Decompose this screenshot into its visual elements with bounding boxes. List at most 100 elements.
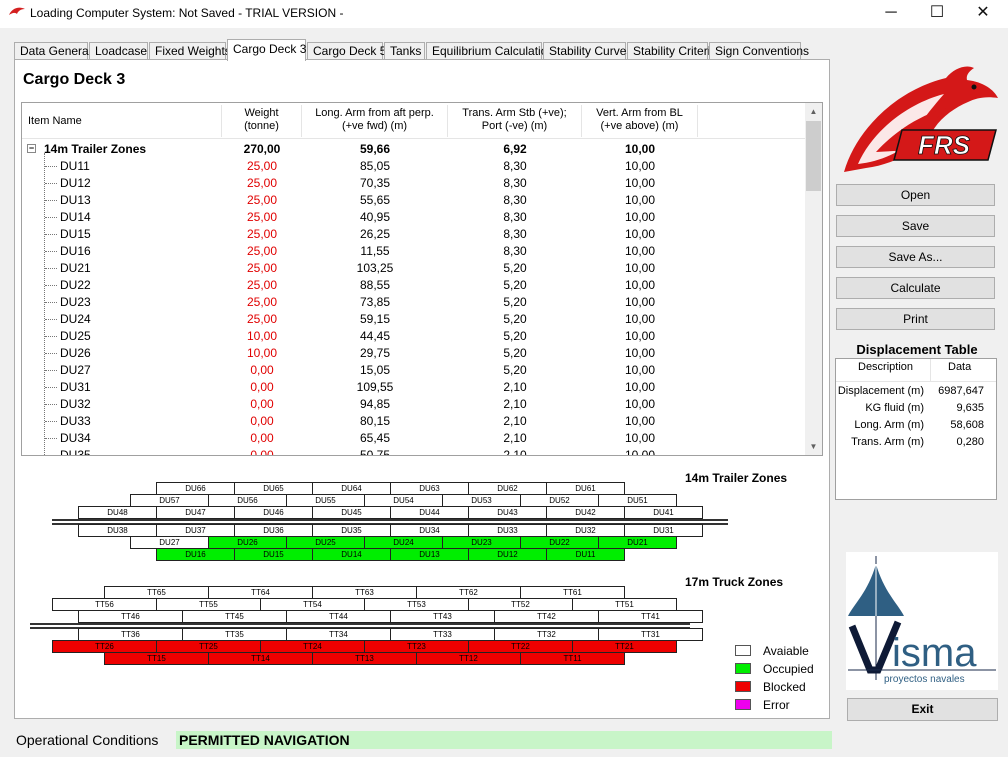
row-name: DU33 — [60, 414, 91, 428]
zone-slot-du43[interactable]: DU43 — [468, 506, 547, 519]
disp-col-description[interactable]: Description — [858, 361, 913, 373]
col-weight[interactable]: Weight (tonne) — [222, 105, 302, 137]
zone-slot-tt45[interactable]: TT45 — [182, 610, 287, 623]
row-weight[interactable]: 25,00 — [222, 209, 302, 226]
zone-slot-du42[interactable]: DU42 — [546, 506, 625, 519]
scroll-down-icon[interactable]: ▼ — [805, 438, 822, 455]
zone-slot-tt13[interactable]: TT13 — [312, 652, 417, 665]
tab-equilibrium-calculation[interactable]: Equilibrium Calculation — [426, 42, 554, 60]
row-weight[interactable]: 25,00 — [222, 226, 302, 243]
row-weight[interactable]: 0,00 — [222, 447, 302, 455]
open-button[interactable]: Open — [836, 184, 995, 206]
cargo-tree-table[interactable]: Item Name Weight (tonne) Long. Arm from a… — [21, 102, 823, 456]
zone-slot-du45[interactable]: DU45 — [312, 506, 391, 519]
row-weight[interactable]: 25,00 — [222, 277, 302, 294]
col-item-name[interactable]: Item Name — [22, 105, 222, 137]
tab-sign-conventions[interactable]: Sign Conventions — [709, 42, 809, 60]
zone-slot-du44[interactable]: DU44 — [390, 506, 469, 519]
zone-slot-du41[interactable]: DU41 — [624, 506, 703, 519]
zone-slot-du11[interactable]: DU11 — [546, 548, 625, 561]
row-vert-arm: 10,00 — [624, 346, 656, 360]
zone-slot-tt11[interactable]: TT11 — [520, 652, 625, 665]
tab-stability-criteria[interactable]: Stability Criteria — [627, 42, 717, 60]
table-row[interactable]: DU14 25,00 40,95 8,30 10,00 — [22, 209, 806, 226]
tab-data-general[interactable]: Data General — [14, 42, 91, 60]
tab-loadcase[interactable]: Loadcase — [89, 42, 148, 60]
tab-cargo-deck-5[interactable]: Cargo Deck 5 — [307, 42, 386, 60]
row-weight[interactable]: 0,00 — [222, 362, 302, 379]
table-row[interactable]: DU21 25,00 103,25 5,20 10,00 — [22, 260, 806, 277]
table-row[interactable]: DU33 0,00 80,15 2,10 10,00 — [22, 413, 806, 430]
zone-slot-du12[interactable]: DU12 — [468, 548, 547, 561]
scroll-thumb[interactable] — [806, 121, 821, 191]
table-row[interactable]: DU25 10,00 44,45 5,20 10,00 — [22, 328, 806, 345]
row-weight[interactable]: 0,00 — [222, 430, 302, 447]
exit-button[interactable]: Exit — [847, 698, 998, 721]
print-button[interactable]: Print — [836, 308, 995, 330]
col-vert-arm[interactable]: Vert. Arm from BL (+ve above) (m) — [582, 105, 698, 137]
row-weight[interactable]: 25,00 — [222, 158, 302, 175]
tab-tanks[interactable]: Tanks — [384, 42, 425, 60]
row-trans-arm: 2,10 — [503, 397, 527, 411]
disp-col-data[interactable]: Data — [948, 361, 971, 373]
zone-slot-du15[interactable]: DU15 — [234, 548, 313, 561]
trailer-zones-title: 14m Trailer Zones — [685, 471, 788, 485]
row-weight[interactable]: 25,00 — [222, 175, 302, 192]
table-row[interactable]: DU23 25,00 73,85 5,20 10,00 — [22, 294, 806, 311]
vertical-scrollbar[interactable]: ▲ ▼ — [805, 103, 822, 455]
collapse-icon[interactable]: − — [27, 144, 36, 153]
minimize-button[interactable]: ─ — [868, 0, 914, 26]
zone-slot-du13[interactable]: DU13 — [390, 548, 469, 561]
table-row[interactable]: DU32 0,00 94,85 2,10 10,00 — [22, 396, 806, 413]
table-row[interactable]: DU35 0,00 50,75 2,10 10,00 — [22, 447, 806, 455]
table-row[interactable]: DU13 25,00 55,65 8,30 10,00 — [22, 192, 806, 209]
table-row[interactable]: DU11 25,00 85,05 8,30 10,00 — [22, 158, 806, 175]
table-row[interactable]: DU27 0,00 15,05 5,20 10,00 — [22, 362, 806, 379]
table-row[interactable]: DU26 10,00 29,75 5,20 10,00 — [22, 345, 806, 362]
zone-slot-tt43[interactable]: TT43 — [390, 610, 495, 623]
zone-slot-du16[interactable]: DU16 — [156, 548, 235, 561]
zone-slot-tt44[interactable]: TT44 — [286, 610, 391, 623]
tab-cargo-deck-3[interactable]: Cargo Deck 3 — [227, 39, 306, 61]
zone-slot-du48[interactable]: DU48 — [78, 506, 157, 519]
row-weight[interactable]: 0,00 — [222, 379, 302, 396]
col-trans-arm[interactable]: Trans. Arm Stb (+ve); Port (-ve) (m) — [448, 105, 582, 137]
zone-slot-tt42[interactable]: TT42 — [494, 610, 599, 623]
table-row[interactable]: DU31 0,00 109,55 2,10 10,00 — [22, 379, 806, 396]
table-row[interactable]: DU24 25,00 59,15 5,20 10,00 — [22, 311, 806, 328]
row-weight[interactable]: 0,00 — [222, 396, 302, 413]
table-row[interactable]: DU34 0,00 65,45 2,10 10,00 — [22, 430, 806, 447]
row-weight[interactable]: 25,00 — [222, 294, 302, 311]
frs-logo: FRS — [844, 66, 998, 172]
tab-stability-curves[interactable]: Stability Curves — [543, 42, 632, 60]
table-row[interactable]: DU16 25,00 11,55 8,30 10,00 — [22, 243, 806, 260]
row-weight[interactable]: 25,00 — [222, 260, 302, 277]
save-button[interactable]: Save — [836, 215, 995, 237]
zone-slot-tt46[interactable]: TT46 — [78, 610, 183, 623]
scroll-up-icon[interactable]: ▲ — [805, 103, 822, 120]
row-weight[interactable]: 10,00 — [222, 328, 302, 345]
row-weight[interactable]: 0,00 — [222, 413, 302, 430]
tab-fixed-weights[interactable]: Fixed Weights — [149, 42, 231, 60]
zone-slot-tt14[interactable]: TT14 — [208, 652, 313, 665]
table-row[interactable]: DU12 25,00 70,35 8,30 10,00 — [22, 175, 806, 192]
row-weight[interactable]: 25,00 — [222, 243, 302, 260]
zone-slot-tt41[interactable]: TT41 — [598, 610, 703, 623]
zone-slot-du14[interactable]: DU14 — [312, 548, 391, 561]
save-as-button[interactable]: Save As... — [836, 246, 995, 268]
close-button[interactable]: ✕ — [960, 0, 1006, 26]
table-row[interactable]: DU22 25,00 88,55 5,20 10,00 — [22, 277, 806, 294]
row-weight[interactable]: 25,00 — [222, 311, 302, 328]
col-long-arm[interactable]: Long. Arm from aft perp. (+ve fwd) (m) — [302, 105, 448, 137]
calculate-button[interactable]: Calculate — [836, 277, 995, 299]
zone-slot-du46[interactable]: DU46 — [234, 506, 313, 519]
zone-slot-tt15[interactable]: TT15 — [104, 652, 209, 665]
row-weight[interactable]: 10,00 — [222, 345, 302, 362]
zone-slot-tt12[interactable]: TT12 — [416, 652, 521, 665]
row-weight[interactable]: 25,00 — [222, 192, 302, 209]
zone-slot-du47[interactable]: DU47 — [156, 506, 235, 519]
maximize-button[interactable]: ☐ — [914, 0, 960, 26]
table-row[interactable]: DU15 25,00 26,25 8,30 10,00 — [22, 226, 806, 243]
group-row-trailer-zones[interactable]: − 14m Trailer Zones 270,00 59,66 6,92 10… — [22, 141, 806, 158]
row-trans-arm: 8,30 — [503, 159, 527, 173]
